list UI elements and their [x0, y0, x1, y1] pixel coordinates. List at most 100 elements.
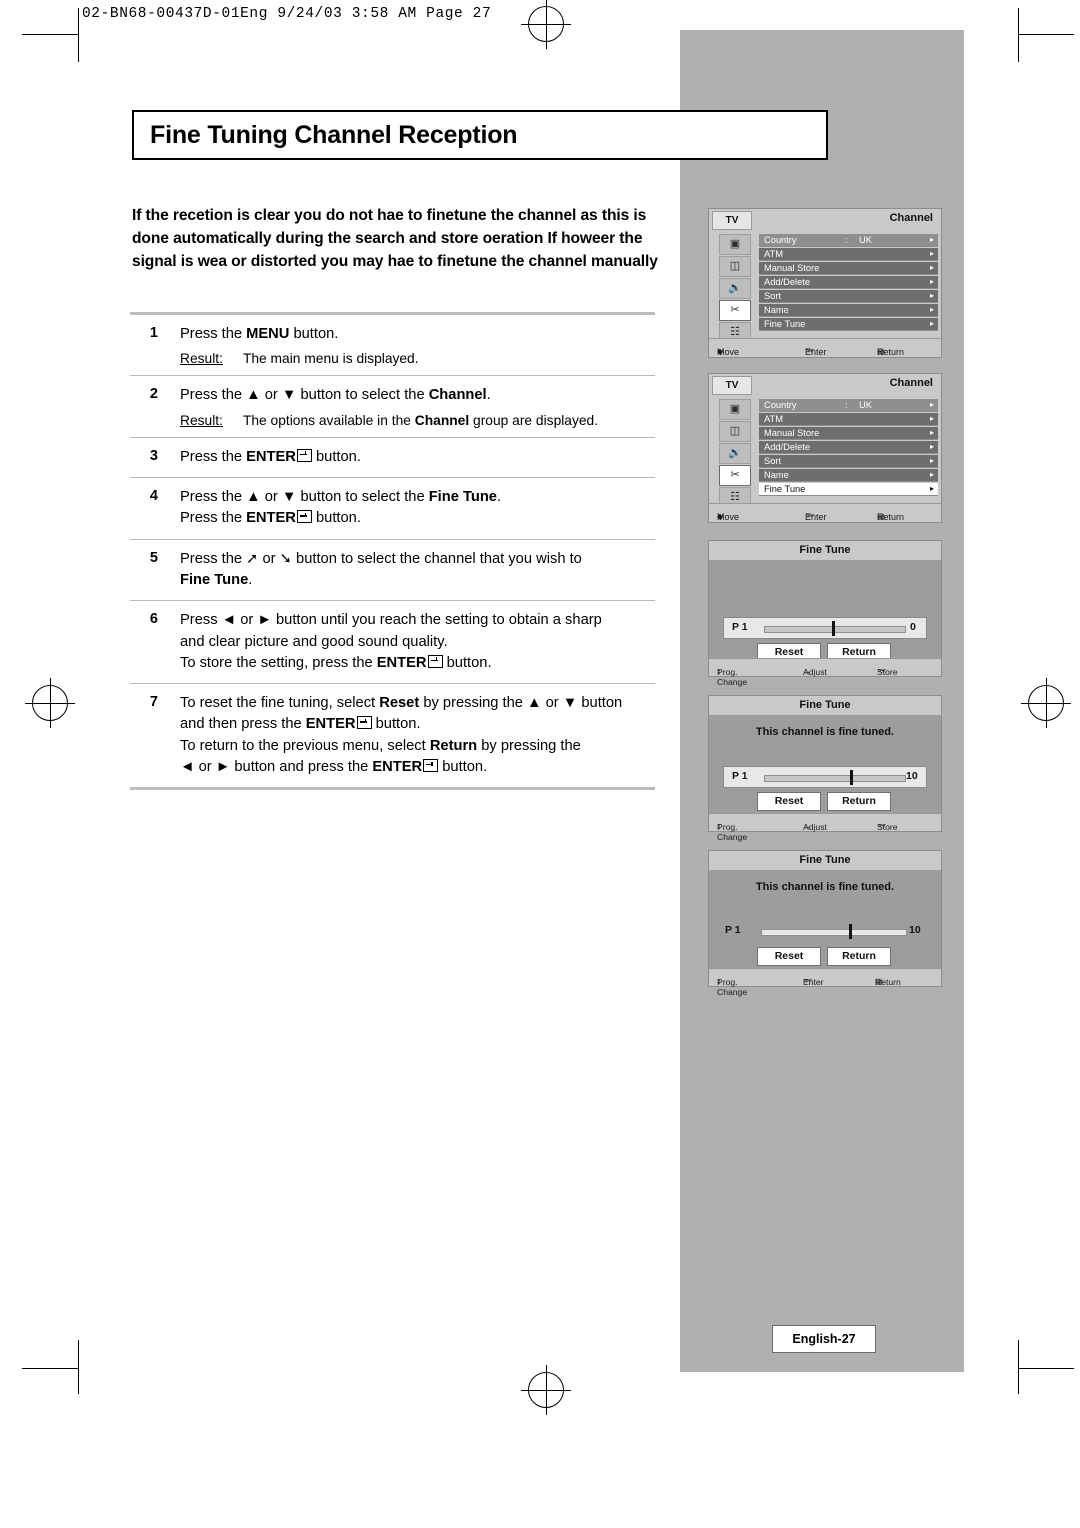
chevron-right-icon: ▸ — [929, 277, 934, 286]
menu-item-name[interactable]: Name ▸ — [759, 304, 938, 317]
menu-label: Sort — [764, 291, 782, 301]
reset-button[interactable]: Reset — [757, 792, 821, 811]
step-2: 2 Press the ▲ or ▼ button to select the … — [130, 376, 655, 436]
page-footer: English-27 — [772, 1325, 876, 1353]
step-number: 1 — [149, 325, 158, 341]
menu-label: Fine Tune — [764, 319, 806, 329]
step-number: 6 — [149, 611, 158, 628]
sound-icon[interactable]: 🔊 — [719, 443, 751, 464]
fine-tune-body: This channel is fine tuned. P 1 10 Reset… — [709, 716, 941, 813]
page-title: Fine Tuning Channel Reception — [150, 121, 518, 149]
osd-menu-list: Country : UK ▸ ATM ▸ Manual Store ▸ Add/… — [759, 399, 938, 497]
fine-tune-slider-3[interactable]: P 1 10 — [717, 921, 931, 941]
menu-item-add-delete[interactable]: Add/Delete ▸ — [759, 441, 938, 454]
osd-menu-list: Country : UK ▸ ATM ▸ Manual Store ▸ Add/… — [759, 234, 938, 332]
result-label: Result: — [180, 351, 223, 367]
menu-item-add-delete[interactable]: Add/Delete ▸ — [759, 276, 938, 289]
step-4: 4 Press the ▲ or ▼ button to select the … — [130, 478, 655, 539]
osd-tv-badge: TV — [712, 211, 752, 230]
return-button[interactable]: Return — [827, 792, 891, 811]
enter-icon — [427, 654, 443, 668]
chevron-right-icon: ▸ — [929, 235, 934, 244]
step-5: 5 Press the ➚ or ➘ button to select the … — [130, 540, 655, 601]
picture-icon[interactable]: ▣ — [719, 234, 751, 255]
menu-value: UK — [859, 400, 872, 410]
setup-icon[interactable]: ✂ — [719, 465, 751, 486]
menu-label: ATM — [764, 249, 783, 259]
osd-header: TV Channel — [709, 374, 941, 395]
sound-icon[interactable]: 🔊 — [719, 278, 751, 299]
fine-tune-body: This channel is fine tuned. P 1 10 Reset… — [709, 871, 941, 968]
crop-mark — [78, 8, 79, 62]
step-text: To reset the fine tuning, select Reset b… — [180, 695, 623, 776]
picture-icon[interactable]: ▣ — [719, 399, 751, 420]
slider-knob[interactable] — [849, 924, 852, 939]
menu-label: Name — [764, 470, 789, 480]
menu-item-country[interactable]: Country : UK ▸ — [759, 399, 938, 412]
step-7: 7 To reset the fine tuning, select Reset… — [130, 684, 655, 787]
crop-mark — [22, 34, 78, 35]
registration-mark — [521, 1365, 571, 1415]
result-text: The main menu is displayed. — [242, 351, 419, 367]
osd-title: Channel — [889, 377, 933, 389]
menu-label: Country — [764, 400, 797, 410]
menu-item-country[interactable]: Country : UK ▸ — [759, 234, 938, 247]
menu-item-fine-tune-selected[interactable]: Fine Tune ▸ — [759, 483, 938, 496]
osd-body: ▣ ◫ 🔊 ✂ ☷ Country : UK ▸ ATM ▸ Manual St… — [709, 230, 941, 343]
chevron-right-icon: ▸ — [929, 249, 934, 258]
menu-item-name[interactable]: Name ▸ — [759, 469, 938, 482]
enter-icon — [423, 759, 439, 773]
chevron-right-icon: ▸ — [929, 456, 934, 465]
channel-icon[interactable]: ◫ — [719, 421, 751, 442]
chevron-right-icon: ▸ — [929, 484, 934, 493]
step-text: Press the ➚ or ➘ button to select the ch… — [180, 550, 582, 588]
chevron-right-icon: ▸ — [929, 442, 934, 451]
menu-item-manual-store[interactable]: Manual Store ▸ — [759, 427, 938, 440]
osd-title: Channel — [889, 212, 933, 224]
slider-knob[interactable] — [850, 770, 853, 785]
menu-item-fine-tune[interactable]: Fine Tune ▸ — [759, 318, 938, 331]
enter-icon — [296, 448, 312, 462]
menu-item-sort[interactable]: Sort ▸ — [759, 290, 938, 303]
result-label: Result: — [180, 412, 223, 428]
fine-tune-footer: ↕ Prog. Change ↔ Adjust ⌤ Store — [709, 813, 941, 842]
osd-fine-tune-2: Fine Tune This channel is fine tuned. P … — [708, 695, 942, 842]
page: 02-BN68-00437D-01Eng 9/24/03 3:58 AM Pag… — [0, 0, 1080, 1528]
osd-fine-tune-3: Fine Tune This channel is fine tuned. P … — [708, 850, 942, 997]
step-number: 7 — [149, 694, 158, 711]
return-button[interactable]: Return — [827, 947, 891, 966]
fine-tune-slider-2[interactable]: P 1 10 — [723, 766, 927, 788]
osd-fine-tune-1: Fine Tune P 1 0 Reset Return ↕ Prog. Cha… — [708, 540, 942, 687]
fine-tune-value: 0 — [910, 621, 916, 633]
reset-button[interactable]: Reset — [757, 947, 821, 966]
menu-value: UK — [859, 235, 872, 245]
step-number: 2 — [149, 386, 158, 403]
setup-icon[interactable]: ✂ — [719, 300, 751, 321]
menu-colon: : — [845, 400, 848, 410]
chevron-right-icon: ▸ — [929, 263, 934, 272]
slider-knob[interactable] — [832, 621, 835, 636]
step-1: 1 Press the MENU button. Result: The main… — [130, 315, 655, 375]
step-text: Press the ENTER button. — [180, 448, 361, 465]
result-text: The options available in the Channel gro… — [242, 412, 599, 428]
menu-label: Manual Store — [764, 428, 820, 438]
slider-track — [761, 929, 907, 936]
menu-item-manual-store[interactable]: Manual Store ▸ — [759, 262, 938, 275]
chevron-right-icon: ▸ — [929, 319, 934, 328]
fine-tune-slider-1[interactable]: P 1 0 — [723, 617, 927, 639]
channel-icon[interactable]: ◫ — [719, 256, 751, 277]
menu-label: Country — [764, 235, 797, 245]
step-6: 6 Press ◄ or ► button until you reach th… — [130, 601, 655, 683]
menu-item-sort[interactable]: Sort ▸ — [759, 455, 938, 468]
osd-icon-column: ▣ ◫ 🔊 ✂ ☷ — [711, 230, 757, 343]
print-slug: 02-BN68-00437D-01Eng 9/24/03 3:58 AM Pag… — [82, 6, 492, 22]
menu-item-atm[interactable]: ATM ▸ — [759, 413, 938, 426]
osd-channel-menu-1: TV Channel ▣ ◫ 🔊 ✂ ☷ Country : UK ▸ ATM — [708, 208, 942, 358]
registration-mark — [25, 678, 75, 728]
osd-channel-menu-2: TV Channel ▣ ◫ 🔊 ✂ ☷ Country : UK ▸ ATM — [708, 373, 942, 523]
step-result: Result: The options available in the Chan… — [180, 413, 655, 428]
crop-mark — [1018, 8, 1019, 62]
page-title-box: Fine Tuning Channel Reception — [132, 110, 828, 160]
menu-item-atm[interactable]: ATM ▸ — [759, 248, 938, 261]
step-text: Press ◄ or ► button until you reach the … — [180, 612, 602, 671]
